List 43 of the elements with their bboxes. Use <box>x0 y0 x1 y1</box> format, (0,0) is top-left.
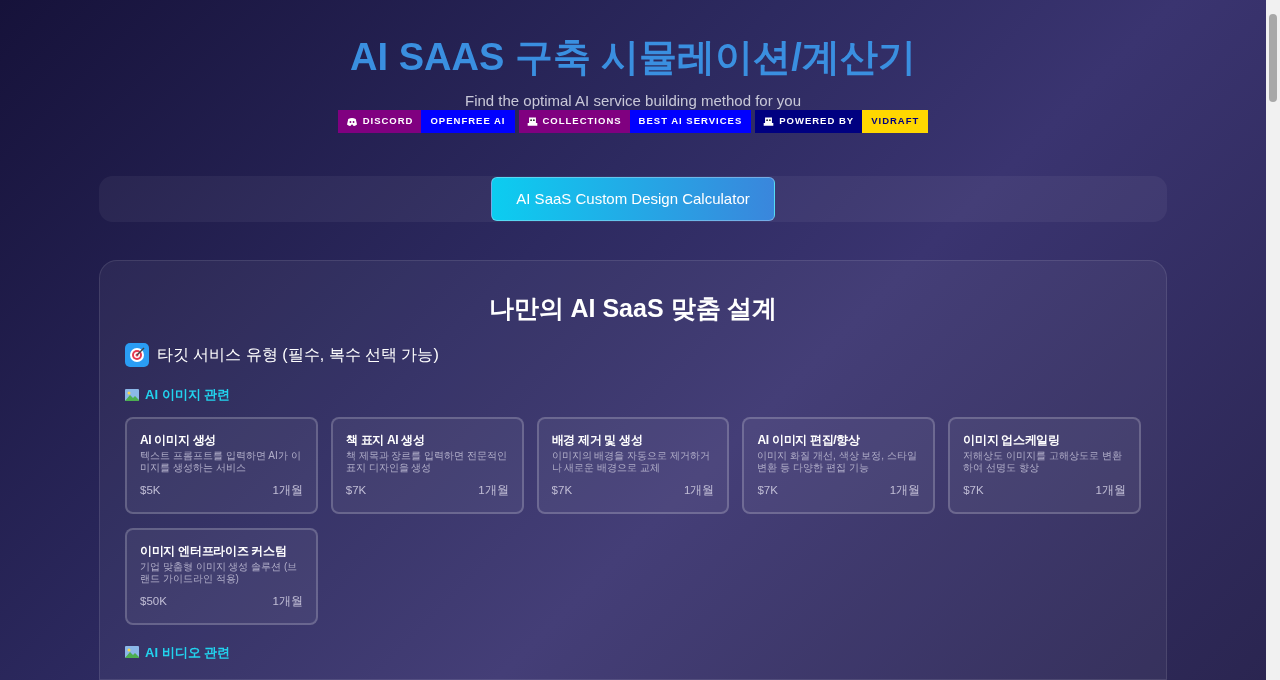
robot-icon <box>526 116 538 127</box>
service-price: $5K <box>140 482 161 498</box>
service-description: 이미지 화질 개선, 색상 보정, 스타일 변환 등 다양한 편집 기능 <box>757 449 918 475</box>
service-duration: 1개월 <box>272 482 303 498</box>
service-description: 이미지의 배경을 자동으로 제거하거나 새로운 배경으로 교체 <box>551 449 711 475</box>
service-card[interactable]: 책 표지 AI 생성 책 제목과 장르를 입력하면 전문적인 표지 디자인을 생성 $7K 1개월 <box>330 416 524 514</box>
robot-icon <box>763 116 775 127</box>
service-name: AI 이미지 편집/향상 <box>757 431 861 448</box>
service-name: 책 표지 AI 생성 <box>345 431 426 448</box>
service-description: 텍스트 프롬프트를 입력하면 AI가 이미지를 생성하는 서비스 <box>140 449 302 475</box>
service-price: $7K <box>963 482 984 498</box>
section-heading: 나만의 AI SaaS 맞춤 설계 <box>487 293 779 325</box>
category-title: AI 이미지 관련 <box>145 386 231 405</box>
subtitle: Find the optimal AI service building method for you <box>465 92 801 110</box>
picture-icon <box>125 646 139 659</box>
discord-icon <box>345 116 358 127</box>
service-card[interactable]: 이미지 업스케일링 저해상도 이미지를 고해상도로 변환하여 선명도 향상 $7K 1개월 <box>948 416 1141 514</box>
service-name: AI 이미지 생성 <box>140 431 217 448</box>
service-price: $50K <box>140 593 167 609</box>
service-duration: 1개월 <box>684 482 715 498</box>
service-description: 기업 맞춤형 이미지 생성 솔루션 (브랜드 가이드라인 적용) <box>140 560 299 586</box>
service-card[interactable]: AI 이미지 생성 텍스트 프롬프트를 입력하면 AI가 이미지를 생성하는 서비스 $5K 1개월 <box>125 416 318 514</box>
service-duration: 1개월 <box>1095 482 1126 498</box>
target-icon <box>125 343 149 368</box>
picture-icon <box>125 388 139 401</box>
service-name: 이미지 업스케일링 <box>963 431 1061 448</box>
service-description: 책 제목과 장르를 입력하면 전문적인 표지 디자인을 생성 <box>345 449 508 475</box>
service-name: 배경 제거 및 생성 <box>551 431 644 448</box>
category-title: AI 비디오 관련 <box>145 643 231 662</box>
scrollbar[interactable] <box>1266 0 1280 680</box>
service-duration: 1개월 <box>478 482 509 498</box>
service-price: $7K <box>551 482 573 498</box>
service-description: 저해상도 이미지를 고해상도로 변환하여 선명도 향상 <box>963 449 1123 475</box>
service-price: $7K <box>345 482 367 498</box>
service-card[interactable]: AI 이미지 편집/향상 이미지 화질 개선, 색상 보정, 스타일 변환 등 다양한 편집 기능 $7K 1개월 <box>742 416 936 514</box>
service-duration: 1개월 <box>889 482 921 498</box>
service-card[interactable]: 이미지 엔터프라이즈 커스텀 기업 맞춤형 이미지 생성 솔루션 (브랜드 가이드라인 적용) $50K 1개월 <box>125 527 318 625</box>
service-card[interactable]: 배경 제거 및 생성 이미지의 배경을 자동으로 제거하거나 새로운 배경으로 교체 $7K 1개월 <box>536 416 730 514</box>
service-duration: 1개월 <box>272 593 303 609</box>
page-title: AI SAAS 구축 시뮬레이션/계산기 <box>350 35 916 80</box>
service-price: $7K <box>757 482 778 498</box>
service-name: 이미지 엔터프라이즈 커스텀 <box>140 542 288 559</box>
section-title: 타깃 서비스 유형 (필수, 복수 선택 가능) <box>157 345 439 366</box>
